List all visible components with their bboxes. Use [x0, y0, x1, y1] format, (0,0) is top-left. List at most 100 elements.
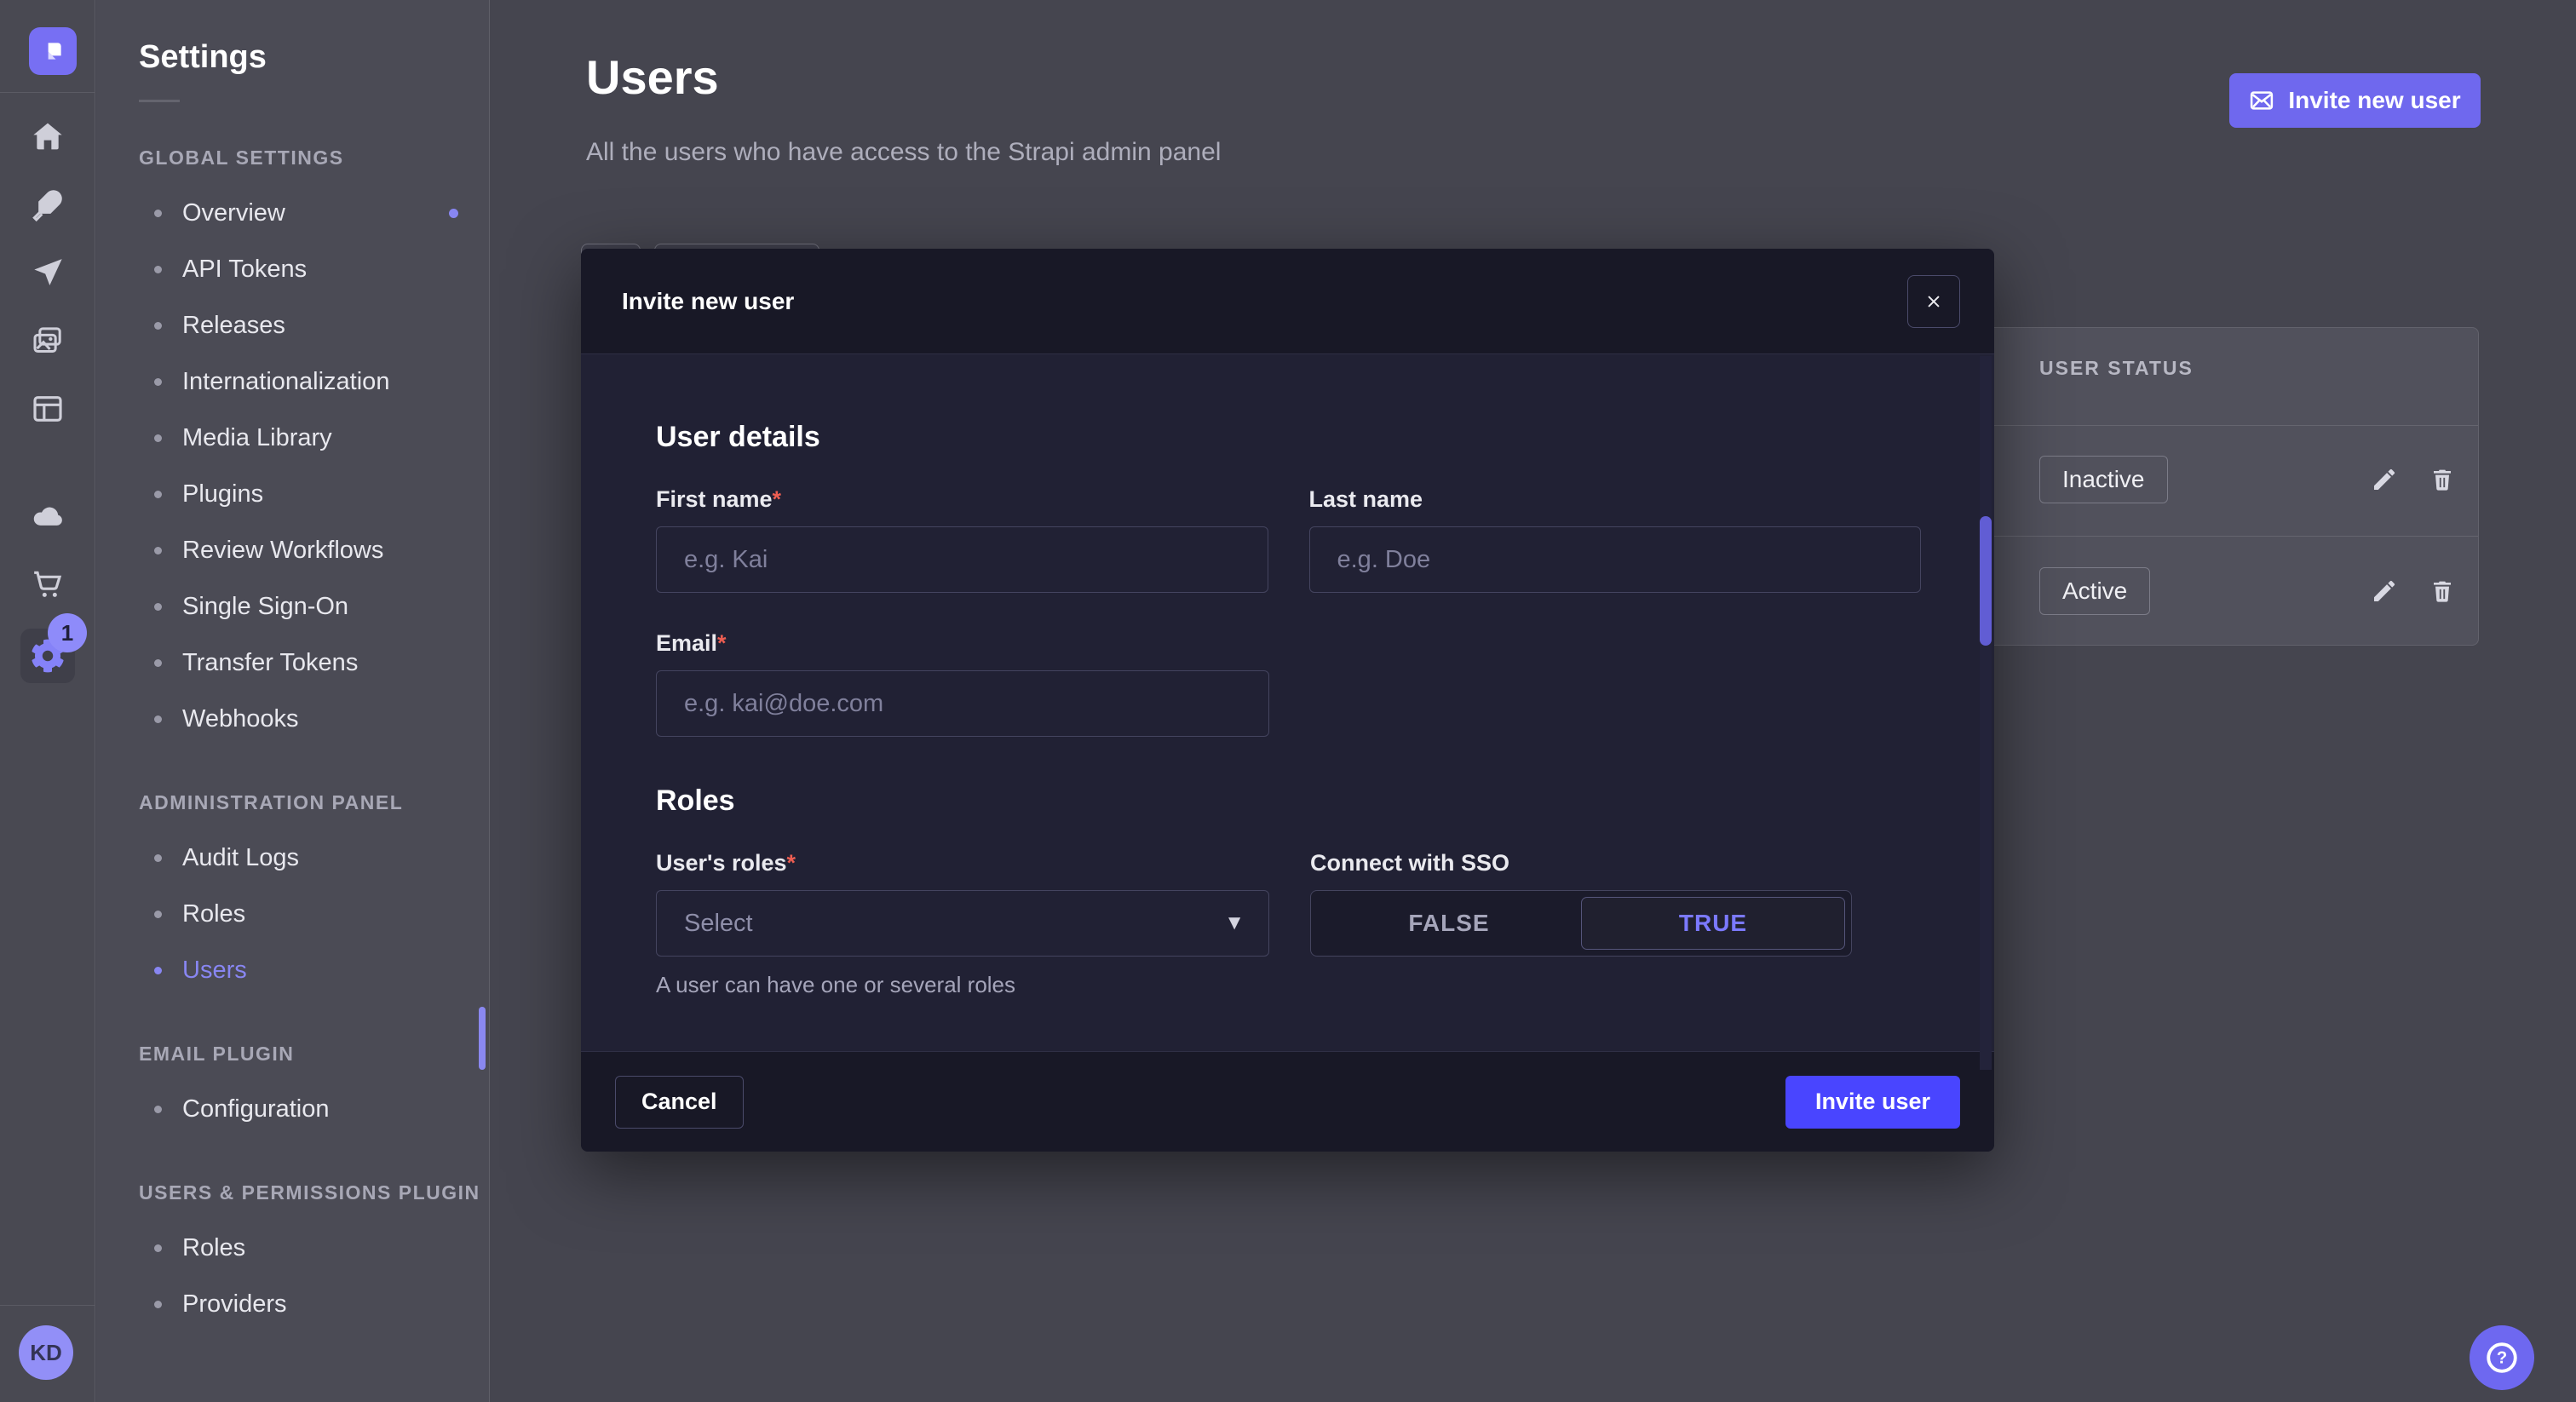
cloud-icon[interactable]	[20, 489, 75, 543]
delete-trash-icon[interactable]	[2425, 574, 2459, 608]
bullet-icon	[154, 1244, 162, 1252]
sidebar-item-media-library[interactable]: Media Library	[96, 410, 489, 466]
edit-pencil-icon[interactable]	[2367, 574, 2401, 608]
sso-field-group: Connect with SSO FALSE TRUE	[1310, 850, 1921, 998]
rail-divider	[0, 92, 95, 93]
required-asterisk: *	[773, 486, 782, 512]
sidebar-item-audit-logs[interactable]: Audit Logs	[96, 830, 489, 886]
edit-pencil-icon[interactable]	[2367, 463, 2401, 497]
invite-new-user-button[interactable]: Invite new user	[2229, 73, 2481, 128]
bullet-icon	[154, 1106, 162, 1113]
sidebar-item-releases[interactable]: Releases	[96, 297, 489, 353]
invite-user-submit-button[interactable]: Invite user	[1785, 1076, 1960, 1129]
section-label-email-plugin: EMAIL PLUGIN	[96, 1043, 489, 1066]
sso-toggle-false[interactable]: FALSE	[1317, 897, 1581, 950]
users-roles-label: User's roles*	[656, 850, 1269, 876]
sidebar-item-overview[interactable]: Overview	[96, 185, 489, 241]
strapi-logo[interactable]	[29, 27, 77, 75]
invite-user-modal: Invite new user User details First name*…	[581, 249, 1994, 1152]
modal-scrollbar-track	[1980, 356, 1992, 1070]
svg-text:?: ?	[2497, 1349, 2507, 1368]
delete-trash-icon[interactable]	[2425, 463, 2459, 497]
modal-body: User details First name* Last name Email…	[581, 354, 1994, 1051]
user-status-column-header: USER STATUS	[2039, 357, 2194, 380]
bullet-icon	[154, 659, 162, 667]
media-library-icon[interactable]	[20, 313, 75, 368]
send-plane-icon[interactable]	[20, 245, 75, 300]
last-name-field-group: Last name	[1309, 486, 1922, 593]
settings-title-divider	[139, 100, 180, 102]
sidebar-item-admin-roles[interactable]: Roles	[96, 886, 489, 942]
email-field-group: Email*	[656, 630, 1269, 737]
question-mark-icon: ?	[2483, 1339, 2521, 1376]
section-label-administration-panel: ADMINISTRATION PANEL	[96, 791, 489, 814]
sidebar-item-webhooks[interactable]: Webhooks	[96, 691, 489, 747]
bullet-icon	[154, 1301, 162, 1308]
status-badge: Active	[2039, 567, 2150, 615]
settings-notification-badge: 1	[48, 613, 87, 652]
roles-row: User's roles* Select ▼ A user can have o…	[656, 850, 1921, 998]
sidebar-item-single-sign-on[interactable]: Single Sign-On	[96, 578, 489, 635]
sso-toggle-true[interactable]: TRUE	[1581, 897, 1845, 950]
settings-gear-icon[interactable]: 1	[20, 629, 75, 683]
overview-notification-dot	[449, 209, 458, 218]
bullet-icon	[154, 378, 162, 386]
sidebar-scrollbar-thumb[interactable]	[479, 1007, 486, 1070]
roles-select[interactable]: Select ▼	[656, 890, 1269, 957]
marketplace-cart-icon[interactable]	[20, 557, 75, 612]
roles-hint: A user can have one or several roles	[656, 972, 1269, 998]
users-roles-field-group: User's roles* Select ▼ A user can have o…	[656, 850, 1269, 998]
bullet-icon	[154, 547, 162, 554]
icon-rail: 1 KD	[0, 0, 95, 1402]
modal-title: Invite new user	[622, 288, 794, 315]
envelope-icon	[2249, 88, 2274, 113]
sidebar-item-configuration[interactable]: Configuration	[96, 1081, 489, 1137]
last-name-label: Last name	[1309, 486, 1922, 513]
roles-heading: Roles	[656, 784, 1921, 818]
bullet-icon	[154, 854, 162, 862]
strapi-admin-app: Users All the users who have access to t…	[0, 0, 2576, 1402]
bullet-icon	[154, 715, 162, 723]
chevron-down-icon: ▼	[1224, 911, 1245, 935]
last-name-input[interactable]	[1309, 526, 1922, 593]
sidebar-item-transfer-tokens[interactable]: Transfer Tokens	[96, 635, 489, 691]
name-row: First name* Last name	[656, 486, 1921, 593]
email-row: Email*	[656, 630, 1921, 737]
help-button[interactable]: ?	[2470, 1325, 2534, 1390]
bullet-icon	[154, 967, 162, 974]
cancel-button[interactable]: Cancel	[615, 1076, 744, 1129]
rail-bottom-divider	[0, 1305, 95, 1306]
invite-new-user-label: Invite new user	[2288, 87, 2460, 114]
section-label-global-settings: GLOBAL SETTINGS	[96, 147, 489, 170]
bullet-icon	[154, 210, 162, 217]
first-name-input[interactable]	[656, 526, 1268, 593]
first-name-field-group: First name*	[656, 486, 1268, 593]
sidebar-item-plugins[interactable]: Plugins	[96, 466, 489, 522]
modal-scrollbar-thumb[interactable]	[1980, 516, 1992, 646]
sidebar-item-api-tokens[interactable]: API Tokens	[96, 241, 489, 297]
sso-toggle: FALSE TRUE	[1310, 890, 1852, 957]
layout-builder-icon[interactable]	[20, 382, 75, 436]
sidebar-item-up-roles[interactable]: Roles	[96, 1220, 489, 1276]
status-badge: Inactive	[2039, 456, 2168, 503]
required-asterisk: *	[717, 630, 727, 656]
bullet-icon	[154, 491, 162, 498]
required-asterisk: *	[787, 850, 796, 876]
modal-header: Invite new user	[581, 249, 1994, 354]
sidebar-item-users[interactable]: Users	[96, 942, 489, 998]
sidebar-item-providers[interactable]: Providers	[96, 1276, 489, 1332]
email-input[interactable]	[656, 670, 1269, 737]
close-icon[interactable]	[1907, 275, 1960, 328]
sidebar-item-review-workflows[interactable]: Review Workflows	[96, 522, 489, 578]
section-label-users-permissions-plugin: USERS & PERMISSIONS PLUGIN	[96, 1181, 489, 1204]
sidebar-item-internationalization[interactable]: Internationalization	[96, 353, 489, 410]
content-feather-icon[interactable]	[20, 177, 75, 232]
user-details-heading: User details	[656, 421, 1921, 454]
home-icon[interactable]	[20, 109, 75, 164]
bullet-icon	[154, 434, 162, 442]
settings-sidebar: Settings GLOBAL SETTINGS Overview API To…	[96, 0, 490, 1402]
user-avatar[interactable]: KD	[19, 1325, 73, 1380]
roles-select-value: Select	[684, 910, 753, 938]
settings-title: Settings	[96, 0, 489, 76]
page-subtitle: All the users who have access to the Str…	[586, 138, 1221, 167]
